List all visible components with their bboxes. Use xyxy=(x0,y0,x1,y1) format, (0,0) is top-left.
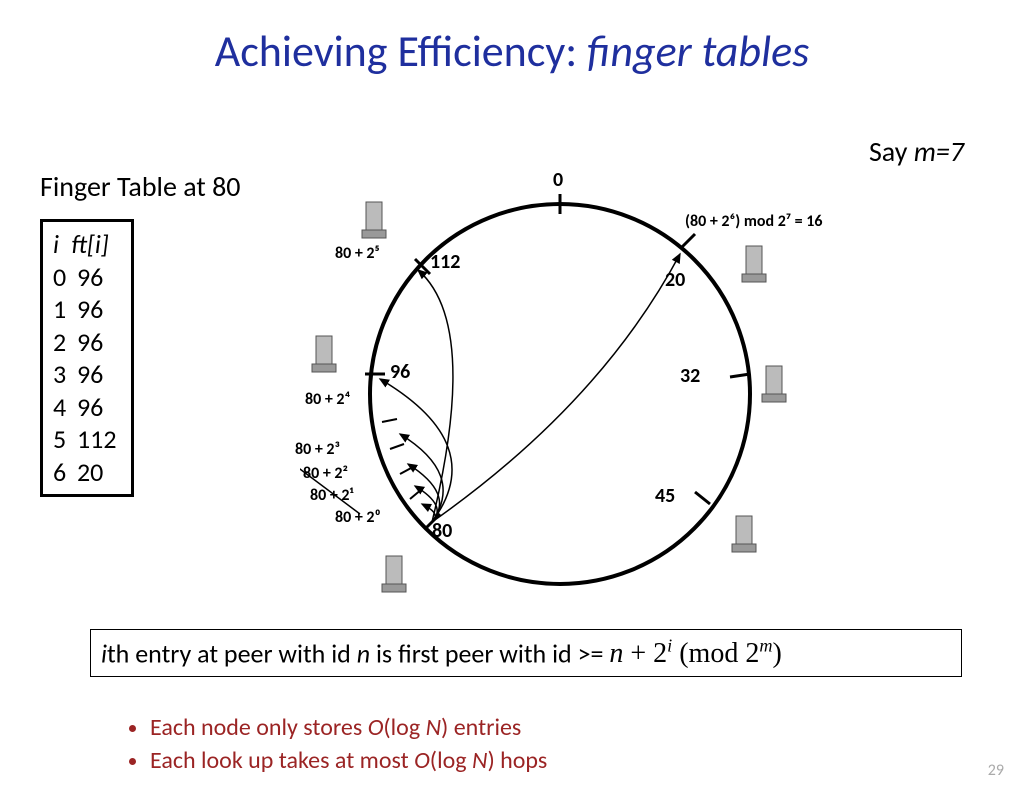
node-label: 45 xyxy=(655,484,675,508)
node-label: 20 xyxy=(665,268,685,292)
server-icon xyxy=(310,334,338,376)
list-item: Each node only stores O(log N) entries xyxy=(150,713,547,742)
finger-table-caption: Finger Table at 80 xyxy=(40,169,240,204)
slide-title: Achieving Efficiency: finger tables xyxy=(0,24,1024,78)
node-label: 80 xyxy=(432,519,452,543)
chord-ring-diagram: 0 112 20 96 32 45 80 80 + 2⁵ 80 + 2⁴ 80 … xyxy=(300,174,820,624)
table-row: 620 xyxy=(53,456,117,489)
node-label: 0 xyxy=(553,168,563,192)
server-icon xyxy=(760,364,788,406)
table-row: 5112 xyxy=(53,423,117,456)
server-icon xyxy=(740,244,768,286)
server-icon xyxy=(730,514,758,556)
bullets: Each node only stores O(log N) entries E… xyxy=(110,713,547,779)
table-row: 096 xyxy=(53,261,117,294)
offset-label: 80 + 2⁰ xyxy=(335,508,381,527)
say-m-label: Say m=7 xyxy=(869,134,964,169)
offset-label: 80 + 2⁴ xyxy=(305,390,350,409)
offset-label: 80 + 2¹ xyxy=(310,486,354,505)
table-row: 496 xyxy=(53,391,117,424)
node-label: 32 xyxy=(680,364,700,388)
list-item: Each look up takes at most O(log N) hops xyxy=(150,746,547,775)
finger-table-header: ift[i] xyxy=(53,228,117,261)
mod-label: (80 + 2⁶) mod 2⁷ = 16 xyxy=(685,212,822,231)
offset-label: 80 + 2² xyxy=(303,464,348,483)
offset-label: 80 + 2³ xyxy=(295,440,340,459)
finger-table-box: ift[i] 096 196 296 396 496 5112 620 xyxy=(40,219,134,497)
table-row: 196 xyxy=(53,293,117,326)
server-icon xyxy=(360,200,388,242)
formula-box: ith entry at peer with id n is first pee… xyxy=(90,629,962,677)
node-label: 112 xyxy=(430,250,460,274)
node-label: 96 xyxy=(390,360,410,384)
offset-label: 80 + 2⁵ xyxy=(335,244,380,263)
table-row: 296 xyxy=(53,326,117,359)
table-row: 396 xyxy=(53,358,117,391)
server-icon xyxy=(380,554,408,596)
page-number: 29 xyxy=(988,761,1004,780)
